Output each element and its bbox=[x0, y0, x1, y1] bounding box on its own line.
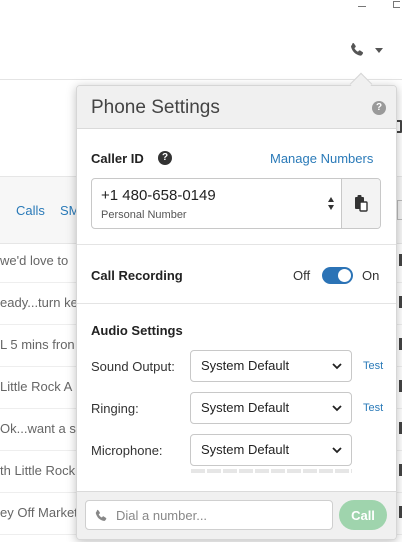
dial-input[interactable] bbox=[116, 506, 326, 524]
minimize-button[interactable] bbox=[358, 6, 366, 7]
microphone-level-meter bbox=[191, 469, 352, 473]
sound-output-value: System Default bbox=[201, 358, 290, 373]
call-button[interactable]: Call bbox=[339, 500, 387, 530]
help-icon[interactable]: ? bbox=[372, 101, 386, 115]
popover-title: Phone Settings bbox=[91, 97, 220, 118]
dialer-bar: Call bbox=[77, 491, 396, 539]
list-item-text: th Little Rock bbox=[0, 463, 76, 478]
chevron-down-icon bbox=[332, 363, 342, 370]
dial-field[interactable] bbox=[85, 500, 333, 530]
chevron-down-icon bbox=[375, 48, 383, 53]
divider bbox=[77, 303, 396, 304]
list-item-text: ey Off Market bbox=[0, 505, 78, 520]
chevron-down-icon bbox=[332, 447, 342, 454]
ringing-test-link[interactable]: Test bbox=[363, 402, 383, 414]
toggle-knob bbox=[338, 269, 351, 282]
divider bbox=[0, 79, 402, 80]
call-recording-toggle[interactable] bbox=[322, 267, 353, 284]
phone-settings-popover: Phone Settings ? Caller ID ? Manage Numb… bbox=[76, 85, 397, 540]
sound-output-test-link[interactable]: Test bbox=[363, 360, 383, 372]
sound-output-select[interactable]: System Default bbox=[190, 350, 352, 382]
recording-on-label: On bbox=[362, 268, 380, 283]
microphone-select[interactable]: System Default bbox=[190, 434, 352, 466]
caller-id-type: Personal Number bbox=[101, 209, 187, 221]
ringing-value: System Default bbox=[201, 400, 290, 415]
phone-menu-button[interactable] bbox=[347, 40, 387, 60]
list-item-text: we'd love to bbox=[0, 253, 69, 268]
chevron-down-icon bbox=[332, 405, 342, 412]
caller-id-select[interactable]: +1 480-658-0149 Personal Number bbox=[91, 178, 381, 229]
side-handle bbox=[397, 200, 402, 220]
call-recording-label: Call Recording bbox=[91, 268, 183, 283]
divider bbox=[77, 244, 396, 245]
info-icon[interactable]: ? bbox=[158, 151, 172, 165]
list-item-text: L 5 mins fron bbox=[0, 337, 75, 352]
popover-header: Phone Settings ? bbox=[77, 86, 396, 129]
microphone-label: Microphone: bbox=[91, 443, 163, 458]
microphone-value: System Default bbox=[201, 442, 290, 457]
ringing-select[interactable]: System Default bbox=[190, 392, 352, 424]
tab-calls[interactable]: Calls bbox=[16, 203, 45, 218]
ringing-label: Ringing: bbox=[91, 401, 139, 416]
manage-numbers-link[interactable]: Manage Numbers bbox=[270, 151, 373, 166]
select-arrows-icon bbox=[328, 197, 334, 211]
paste-number-button[interactable] bbox=[341, 179, 380, 228]
sound-output-label: Sound Output: bbox=[91, 359, 175, 374]
list-item-text: Ok...want a se bbox=[0, 421, 84, 436]
clipboard-icon bbox=[355, 195, 368, 212]
phone-icon bbox=[351, 43, 364, 56]
list-item-text: Little Rock A bbox=[0, 379, 73, 394]
phone-icon bbox=[95, 509, 107, 521]
caller-id-label: Caller ID bbox=[91, 151, 144, 166]
recording-off-label: Off bbox=[293, 268, 311, 283]
list-item-text: eady...turn ke bbox=[0, 295, 78, 310]
audio-settings-label: Audio Settings bbox=[91, 323, 183, 338]
caller-id-number: +1 480-658-0149 bbox=[101, 187, 216, 204]
maximize-button[interactable] bbox=[393, 1, 400, 8]
